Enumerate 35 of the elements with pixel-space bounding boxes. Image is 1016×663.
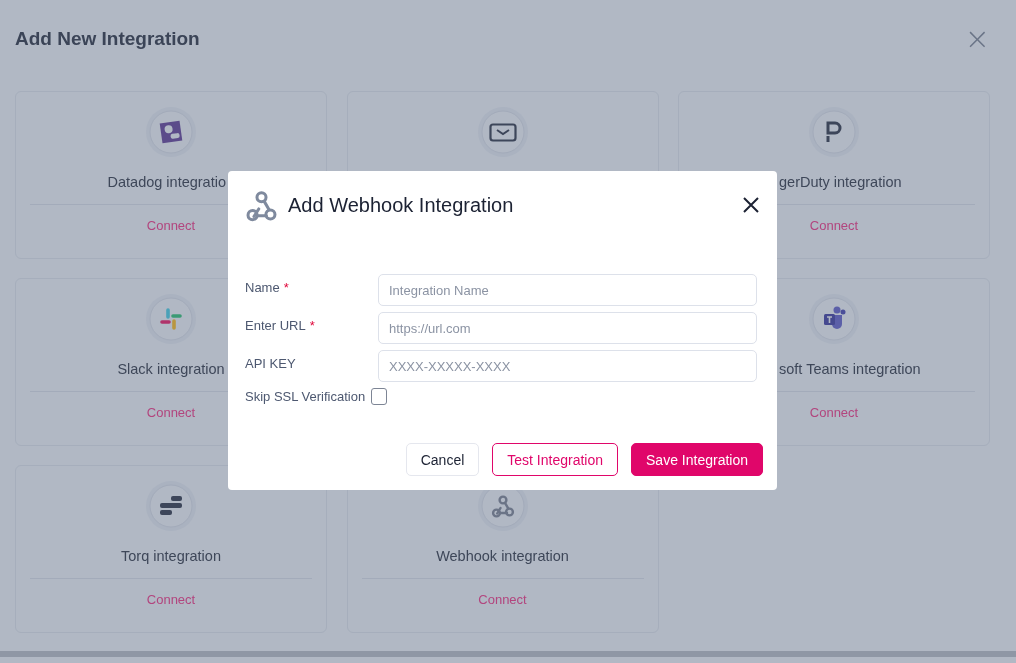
field-label: Name (245, 280, 280, 295)
close-button[interactable]: × (964, 26, 990, 52)
text-field[interactable]: Integration Name (378, 274, 757, 306)
required-mark: * (309, 318, 315, 333)
page-title: Add New Integration (15, 28, 200, 50)
connect-link[interactable]: Connect (146, 592, 196, 607)
integration-name: Datadog integratio (107, 173, 226, 192)
envelope-icon (476, 106, 529, 158)
field-label: API KEY (245, 356, 296, 371)
test-button[interactable]: Test Integration (492, 443, 619, 476)
integration-name: gerDuty integration (779, 173, 902, 192)
logo-icon (808, 106, 860, 158)
close-button[interactable] (741, 195, 761, 215)
text-field[interactable]: XXXX-XXXXX-XXXX (378, 350, 757, 382)
dialog-title: Add Webhook Integration (288, 193, 515, 217)
integration-name: Webhook integration (436, 547, 569, 566)
required-mark: * (283, 280, 289, 295)
integration-name: Slack integration (117, 360, 225, 379)
text-field[interactable]: https://url.com (378, 312, 757, 344)
field-label: Enter URL (245, 318, 306, 333)
field-label: Skip SSL Verification (245, 389, 366, 404)
webhook-icon (245, 188, 278, 222)
connect-link[interactable]: Connect (146, 405, 196, 420)
slack-logo-icon (145, 293, 197, 345)
integration-name: Torq integration (121, 547, 221, 566)
integration-name: soft Teams integration (779, 360, 921, 379)
people-icon (808, 293, 860, 345)
connect-link[interactable]: Connect (146, 218, 196, 233)
cancel-button[interactable]: Cancel (405, 443, 480, 476)
bars-icon (145, 480, 197, 532)
connect-link[interactable]: Connect (809, 218, 859, 233)
save-button[interactable]: Save Integration (631, 443, 763, 476)
connect-link[interactable]: Connect (809, 405, 859, 420)
checkbox[interactable] (371, 388, 388, 405)
connect-link[interactable]: Connect (478, 592, 527, 607)
